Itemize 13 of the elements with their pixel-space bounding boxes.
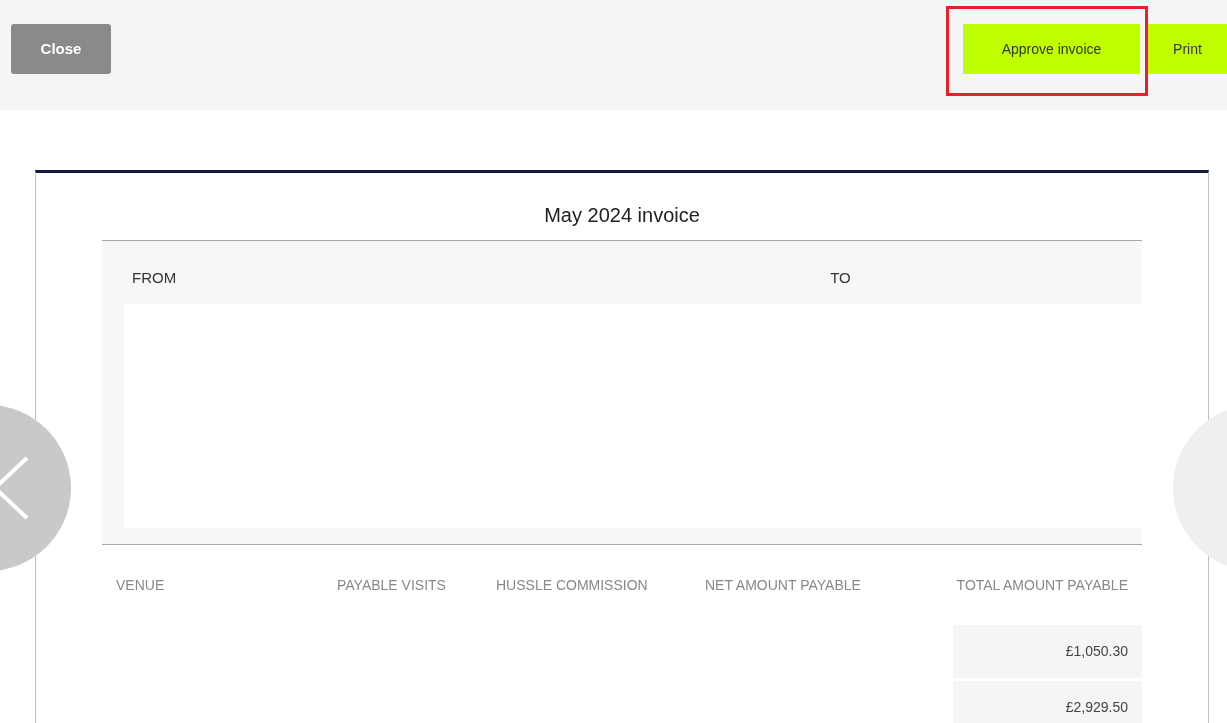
to-label: TO: [830, 268, 851, 288]
column-header: NET AMOUNT PAYABLE: [705, 576, 862, 595]
chevron-left-icon: [0, 456, 31, 520]
from-label: FROM: [132, 268, 177, 288]
column-header: PAYABLE VISITS: [337, 576, 447, 595]
invoice-title: May 2024 invoice: [543, 203, 701, 228]
total-cell: £1,050.30: [953, 625, 1142, 678]
approve-invoice-button[interactable]: Approve invoice: [963, 24, 1140, 74]
total-cell: £2,929.50: [953, 681, 1142, 723]
column-header: HUSSLE COMMISSION: [496, 576, 649, 595]
column-header: TOTAL AMOUNT PAYABLE: [955, 576, 1129, 595]
print-button[interactable]: Print: [1148, 24, 1227, 74]
column-header: VENUE: [115, 576, 166, 595]
